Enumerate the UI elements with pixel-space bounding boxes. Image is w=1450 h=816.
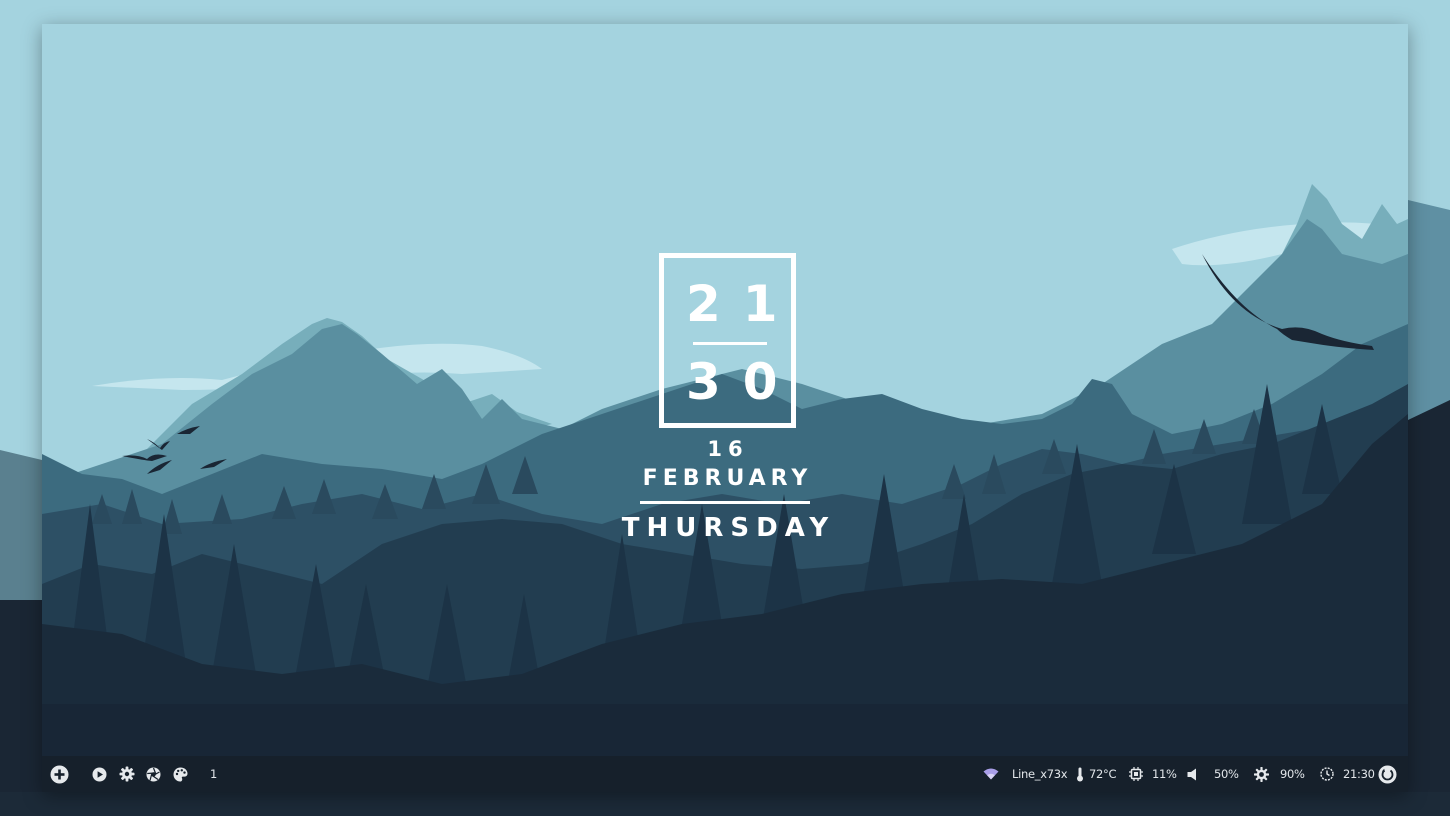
- gear-icon: [119, 766, 135, 782]
- brightness-icon: [1254, 766, 1269, 782]
- workspace-number: 1: [210, 767, 218, 781]
- cpu-usage-label: 11%: [1152, 767, 1177, 781]
- temperature-label: 72°C: [1089, 767, 1117, 781]
- media-app-button[interactable]: [92, 756, 107, 792]
- wifi-icon: [983, 768, 999, 780]
- taskbar: 1 Line_x73x 72°C 11% 50% 90% 21:30: [42, 756, 1408, 792]
- temperature-status[interactable]: 72°C: [1076, 756, 1117, 792]
- desktop-screen: 21 30 16 FEBRUARY THURSDAY 1 Line_x73x 7…: [42, 24, 1408, 792]
- palette-icon: [173, 767, 188, 782]
- camera-app-button[interactable]: [146, 756, 161, 792]
- aperture-icon: [146, 767, 161, 782]
- cpu-status[interactable]: 11%: [1129, 756, 1177, 792]
- play-icon: [92, 767, 107, 782]
- power-icon: [1378, 765, 1397, 784]
- settings-app-button[interactable]: [119, 756, 135, 792]
- clock-icon: [1320, 767, 1334, 781]
- cpu-icon: [1129, 767, 1143, 781]
- thermometer-icon: [1076, 767, 1084, 782]
- clock-time-label: 21:30: [1343, 767, 1375, 781]
- wallpaper-landscape: [42, 24, 1408, 756]
- wifi-network-label: Line_x73x: [1012, 767, 1068, 781]
- wifi-status[interactable]: Line_x73x: [983, 756, 1068, 792]
- workspace-indicator[interactable]: 1: [210, 756, 217, 792]
- clock-status[interactable]: 21:30: [1320, 756, 1375, 792]
- brightness-status[interactable]: 90%: [1254, 756, 1305, 792]
- plus-circle-icon: [50, 765, 69, 784]
- volume-icon: [1187, 768, 1201, 781]
- theme-app-button[interactable]: [173, 756, 188, 792]
- volume-label: 50%: [1214, 767, 1239, 781]
- volume-status[interactable]: 50%: [1187, 756, 1239, 792]
- power-button[interactable]: [1378, 756, 1397, 792]
- brightness-label: 90%: [1280, 767, 1305, 781]
- launcher-button[interactable]: [50, 756, 69, 792]
